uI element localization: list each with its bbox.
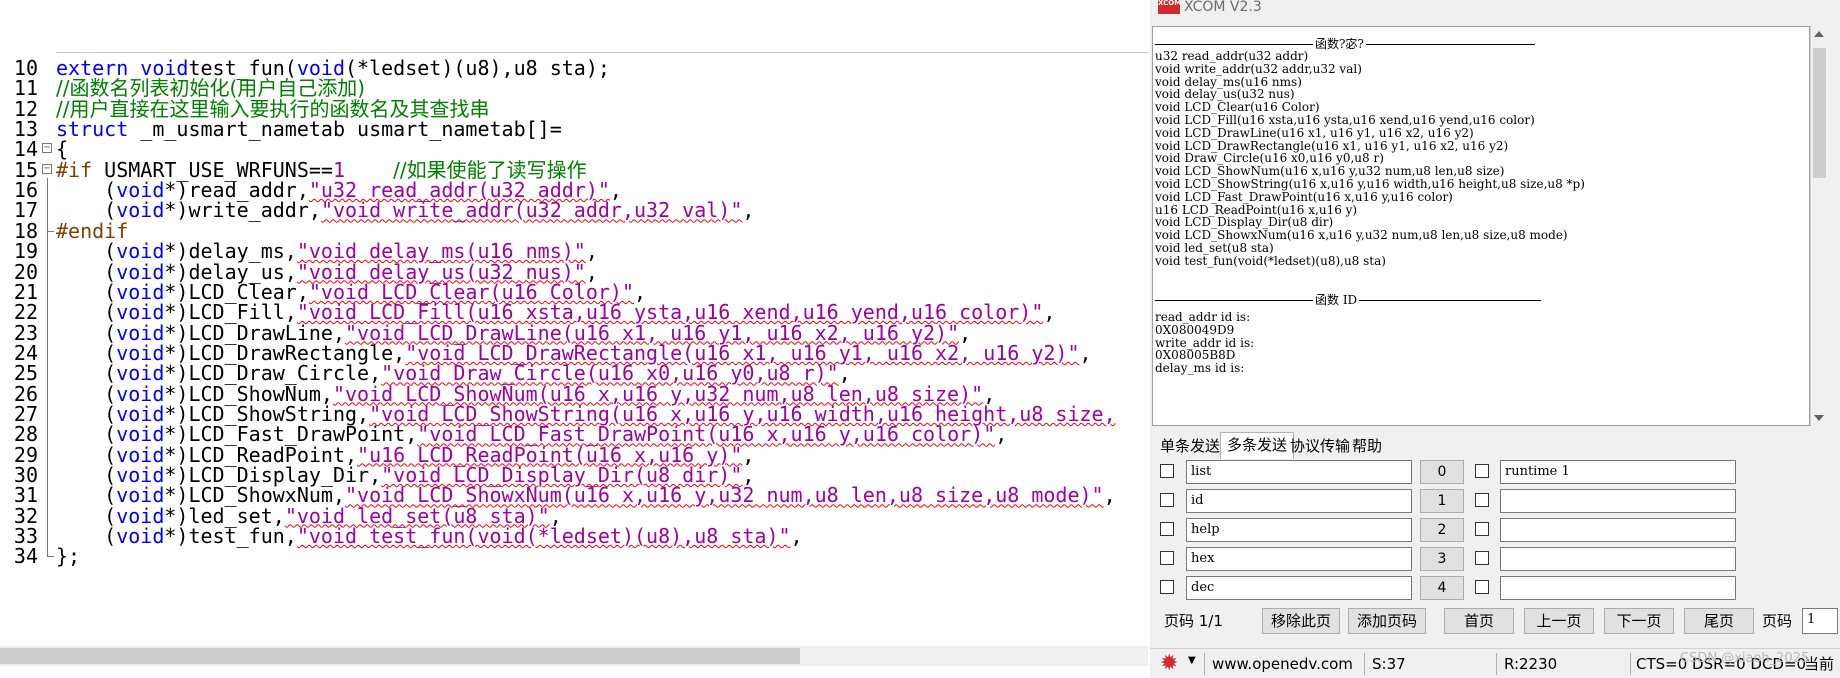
- code-line[interactable]: struct _m_usmart_nametab usmart_nametab[…: [56, 117, 562, 141]
- row-4-left-field[interactable]: dec: [1186, 576, 1412, 600]
- page-label: 页码: [1762, 612, 1793, 630]
- first-page-button[interactable]: 首页: [1444, 608, 1514, 634]
- status-separator: [1204, 653, 1205, 675]
- code-token: struct: [56, 117, 141, 142]
- status-separator: [1364, 653, 1365, 675]
- row-0-right-checkbox[interactable]: [1475, 464, 1489, 478]
- row-0-send-button[interactable]: 0: [1420, 460, 1464, 484]
- xcom-window: XCOM XCOM V2.3 函数?宓? u32 read_addr(u32 add…: [1150, 0, 1840, 678]
- scroll-down-icon[interactable]: [1814, 415, 1824, 421]
- code-token: void: [116, 524, 165, 549]
- received-line: delay_ms id is:: [1155, 361, 1245, 376]
- tab-multi-send[interactable]: 多条发送: [1220, 432, 1295, 459]
- row-2-right-field[interactable]: [1500, 518, 1736, 542]
- scroll-up-icon[interactable]: [1814, 31, 1824, 37]
- status-separator: [1630, 653, 1631, 675]
- code-token: _m_usmart_nametab usmart_nametab[]=: [140, 117, 562, 142]
- row-3-send-button[interactable]: 3: [1420, 547, 1464, 571]
- xcom-logo-icon: XCOM: [1158, 0, 1181, 14]
- chevron-down-icon[interactable]: ▼: [1188, 655, 1196, 666]
- page-number-input[interactable]: 1: [1802, 608, 1838, 634]
- row-0-left-checkbox[interactable]: [1160, 464, 1174, 478]
- row-2-right-checkbox[interactable]: [1475, 522, 1489, 536]
- code-editor[interactable]: 10 11 12 13 14−15−16 17 18 19 20 21 22 23 24 25 26 27 28…: [0, 0, 1148, 677]
- watermark: CSDN @xiaoh_2025: [1680, 651, 1810, 666]
- status-website[interactable]: www.openedv.com: [1212, 653, 1353, 675]
- tab-help[interactable]: 帮助: [1346, 434, 1388, 458]
- tab-single-send[interactable]: 单条发送: [1154, 434, 1226, 458]
- row-4-left-checkbox[interactable]: [1160, 580, 1174, 594]
- remove-page-button[interactable]: 移除此页: [1262, 608, 1340, 634]
- code-line[interactable]: (void*)write_addr,"void write_addr(u32 a…: [56, 198, 754, 222]
- last-page-button[interactable]: 尾页: [1684, 608, 1754, 634]
- next-page-button[interactable]: 下一页: [1604, 608, 1674, 634]
- status-bar: ✹ ▼ www.openedv.com S:37 R:2230 CTS=0 DS…: [1150, 648, 1840, 678]
- row-0-left-field[interactable]: list: [1186, 460, 1412, 484]
- row-1-left-checkbox[interactable]: [1160, 493, 1174, 507]
- code-token: ,: [742, 198, 755, 223]
- row-1-right-field[interactable]: [1500, 489, 1736, 513]
- horizontal-scrollbar-thumb[interactable]: [0, 648, 800, 664]
- status-sent-count: S:37: [1372, 655, 1406, 673]
- row-1-left-field[interactable]: id: [1186, 489, 1412, 513]
- gear-icon[interactable]: ✹: [1160, 653, 1182, 675]
- receive-area[interactable]: 函数?宓? u32 read_addr(u32 addr) void write_a…: [1152, 26, 1810, 426]
- fold-guide: [42, 544, 54, 568]
- code-token: (*ledset)(u8),u8 sta);: [345, 56, 610, 80]
- received-line: void test_fun(void(*ledset)(u8),u8 sta): [1155, 253, 1386, 268]
- receive-scrollbar-thumb[interactable]: [1813, 48, 1826, 178]
- code-token: "void test_fun(void(*ledset)(u8),u8 sta)…: [296, 524, 791, 549]
- code-token: *)test_fun,: [164, 524, 297, 549]
- code-token: ,: [995, 422, 1008, 447]
- section-title: 函数 ID: [1313, 293, 1360, 308]
- section-title: 函数?宓?: [1313, 37, 1366, 52]
- code-token: ,: [1103, 483, 1116, 508]
- row-3-right-field[interactable]: [1500, 547, 1736, 571]
- status-received-count: R:2230: [1504, 655, 1558, 673]
- row-2-left-checkbox[interactable]: [1160, 522, 1174, 536]
- row-4-right-field[interactable]: [1500, 576, 1736, 600]
- status-separator: [1496, 653, 1497, 675]
- code-token: };: [56, 544, 81, 569]
- prev-page-button[interactable]: 上一页: [1524, 608, 1594, 634]
- code-token: ,: [790, 524, 803, 549]
- row-3-left-field[interactable]: hex: [1186, 547, 1412, 571]
- row-3-right-checkbox[interactable]: [1475, 551, 1489, 565]
- window-title-text: XCOM V2.3: [1184, 0, 1262, 15]
- row-1-right-checkbox[interactable]: [1475, 493, 1489, 507]
- code-token: ,: [1079, 340, 1092, 365]
- row-3-left-checkbox[interactable]: [1160, 551, 1174, 565]
- line-number-gutter: 10 11 12 13 14−15−16 17 18 19 20 21 22 23 24 25 26 27 28…: [0, 52, 56, 644]
- receive-vertical-scrollbar[interactable]: [1810, 26, 1828, 426]
- page-info: 页码 1/1: [1164, 612, 1223, 630]
- row-0-right-field[interactable]: runtime 1: [1500, 460, 1736, 484]
- line-number: 34: [13, 544, 38, 569]
- editor-tab-bar: [0, 0, 1148, 53]
- code-area[interactable]: extern voidtest_fun(void(*ledset)(u8),u8…: [56, 52, 1148, 644]
- row-4-send-button[interactable]: 4: [1420, 576, 1464, 600]
- row-2-send-button[interactable]: 2: [1420, 518, 1464, 542]
- add-page-button[interactable]: 添加页码: [1348, 608, 1426, 634]
- code-token: ,: [1043, 300, 1056, 325]
- row-1-send-button[interactable]: 1: [1420, 489, 1464, 513]
- window-title: XCOM XCOM V2.3: [1158, 0, 1262, 18]
- horizontal-scrollbar[interactable]: [0, 646, 1148, 666]
- code-line[interactable]: };: [56, 544, 80, 568]
- code-token: "void write_addr(u32 addr,u32 val)": [320, 198, 743, 223]
- row-2-left-field[interactable]: help: [1186, 518, 1412, 542]
- row-4-right-checkbox[interactable]: [1475, 580, 1489, 594]
- code-token: *)write_addr,: [164, 198, 321, 223]
- code-line[interactable]: (void*)test_fun,"void test_fun(void(*led…: [56, 524, 803, 549]
